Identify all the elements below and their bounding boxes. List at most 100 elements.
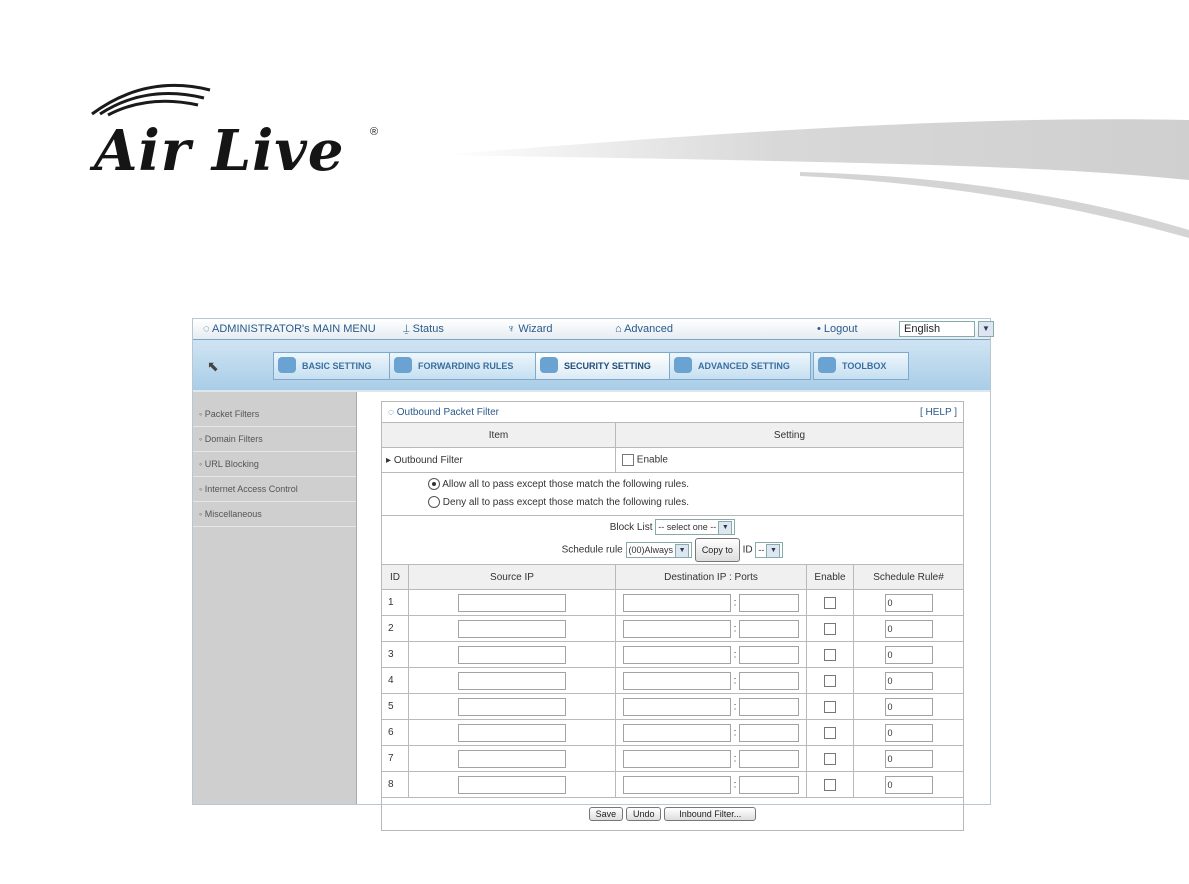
top-menu-bar: ◌ ADMINISTRATOR's MAIN MENU ⍊ Status ♆ W… — [193, 319, 994, 340]
rule-enable-checkbox[interactable] — [824, 726, 836, 739]
sidebar-item-packet-filters[interactable]: ◦ Packet Filters — [193, 402, 356, 427]
source-ip-input[interactable] — [458, 775, 566, 794]
block-list-select[interactable]: -- select one -- ▼ — [655, 519, 736, 536]
table-row: 8 : 0 — [381, 771, 964, 798]
column-header-schedule-rule: Schedule Rule# — [853, 564, 964, 590]
allow-option: Allow all to pass except those match the… — [428, 476, 962, 494]
rule-enable-checkbox[interactable] — [824, 674, 836, 687]
schedule-rule-input[interactable]: 0 — [884, 645, 933, 664]
logout-label: Logout — [823, 323, 858, 335]
chevron-down-icon[interactable]: ▼ — [978, 321, 994, 337]
destination-ports-input[interactable] — [739, 619, 800, 638]
tab-label: BASIC SETTING — [302, 361, 372, 371]
tab-advanced-setting[interactable]: ADVANCED SETTING — [669, 352, 811, 380]
block-list-value: -- select one -- — [658, 522, 717, 533]
sidebar-item-miscellaneous[interactable]: ◦ Miscellaneous — [193, 502, 356, 527]
wizard-link[interactable]: ♆ Wizard — [507, 323, 553, 335]
rule-enable-checkbox[interactable] — [824, 648, 836, 661]
source-ip-input[interactable] — [458, 697, 566, 716]
sidebar-item-url-blocking[interactable]: ◦ URL Blocking — [193, 452, 356, 477]
advanced-icon: ⌂ — [615, 323, 625, 335]
destination-ports-input[interactable] — [739, 671, 800, 690]
rule-enable-checkbox[interactable] — [824, 752, 836, 765]
destination-cell: : — [615, 719, 807, 746]
destination-ip-input[interactable] — [622, 697, 731, 716]
source-ip-input[interactable] — [458, 723, 566, 742]
wizard-icon: ♆ — [507, 323, 519, 335]
destination-ip-input[interactable] — [622, 593, 731, 612]
admin-main-menu-link[interactable]: ◌ ADMINISTRATOR's MAIN MENU — [203, 323, 376, 335]
tab-toolbox[interactable]: TOOLBOX — [813, 352, 909, 380]
tab-security-setting[interactable]: SECURITY SETTING — [535, 352, 673, 380]
enable-cell — [806, 771, 854, 798]
schedule-rule-input[interactable]: 0 — [884, 619, 933, 638]
save-button[interactable]: Save — [588, 807, 624, 821]
schedule-rule-input[interactable]: 0 — [884, 723, 933, 742]
destination-ports-input[interactable] — [739, 749, 800, 768]
destination-ip-input[interactable] — [622, 671, 731, 690]
sidebar-item-domain-filters[interactable]: ◦ Domain Filters — [193, 427, 356, 452]
destination-ports-input[interactable] — [739, 593, 800, 612]
sidebar-item-internet-access-control[interactable]: ◦ Internet Access Control — [193, 477, 356, 502]
help-link[interactable]: [ HELP ] — [920, 407, 957, 418]
undo-button[interactable]: Undo — [625, 807, 662, 821]
schedule-rule-input[interactable]: 0 — [884, 775, 933, 794]
destination-cell: : — [615, 615, 807, 642]
block-schedule-cell: Block List -- select one -- ▼ Schedule ru… — [381, 515, 964, 565]
destination-ip-input[interactable] — [622, 645, 731, 664]
source-ip-input[interactable] — [458, 645, 566, 664]
deny-radio[interactable] — [428, 496, 440, 509]
security-setting-icon — [540, 357, 558, 373]
schedule-rule-input[interactable]: 0 — [884, 697, 933, 716]
destination-ip-input[interactable] — [622, 619, 731, 638]
copy-to-button[interactable]: Copy to — [694, 538, 740, 562]
outbound-filter-label: Outbound Filter — [393, 454, 463, 466]
schedule-rule-input[interactable]: 0 — [884, 671, 933, 690]
language-select[interactable]: English ▼ — [899, 321, 994, 337]
router-admin-window: ◌ ADMINISTRATOR's MAIN MENU ⍊ Status ♆ W… — [192, 318, 994, 831]
destination-ports-input[interactable] — [739, 723, 800, 742]
schedule-rule-value: (00)Always — [628, 545, 674, 555]
enable-cell — [806, 719, 854, 746]
advanced-label: Advanced — [624, 323, 674, 335]
allow-radio[interactable] — [428, 478, 440, 491]
tab-label: SECURITY SETTING — [564, 361, 651, 371]
rule-enable-checkbox[interactable] — [824, 778, 836, 791]
source-ip-input[interactable] — [458, 593, 566, 612]
schedule-rule-input[interactable]: 0 — [884, 593, 933, 612]
status-link[interactable]: ⍊ Status — [403, 323, 444, 336]
destination-ip-input[interactable] — [622, 775, 731, 794]
circle-bullet-icon: ◌ — [388, 406, 397, 418]
destination-ports-input[interactable] — [739, 775, 800, 794]
tab-basic-setting[interactable]: BASIC SETTING — [273, 352, 397, 380]
enable-cell: Enable — [615, 447, 964, 473]
source-ip-cell — [408, 641, 616, 668]
id-value: -- — [758, 545, 765, 555]
destination-ip-input[interactable] — [622, 749, 731, 768]
triangle-bullet-icon: ▸ — [386, 454, 394, 466]
advanced-link[interactable]: ⌂ Advanced — [615, 323, 673, 335]
tab-forwarding-rules[interactable]: FORWARDING RULES — [389, 352, 537, 380]
schedule-rule-input[interactable]: 0 — [884, 749, 933, 768]
destination-cell: : — [615, 745, 807, 772]
bullet-icon: • — [817, 323, 824, 335]
schedule-cell: 0 — [853, 693, 964, 720]
inbound-filter-button[interactable]: Inbound Filter... — [664, 807, 757, 821]
column-header-item: Item — [381, 422, 616, 448]
schedule-rule-select[interactable]: (00)Always ▼ — [625, 542, 693, 558]
source-ip-input[interactable] — [458, 749, 566, 768]
rule-enable-checkbox[interactable] — [824, 596, 836, 609]
id-select[interactable]: -- ▼ — [755, 542, 784, 558]
destination-ports-input[interactable] — [739, 645, 800, 664]
brand-logo: Air Live — [94, 118, 345, 184]
source-ip-input[interactable] — [458, 671, 566, 690]
rule-enable-checkbox[interactable] — [824, 622, 836, 635]
schedule-cell: 0 — [853, 589, 964, 616]
source-ip-input[interactable] — [458, 619, 566, 638]
destination-ip-input[interactable] — [622, 723, 731, 742]
outbound-filter-enable-checkbox[interactable] — [622, 454, 634, 466]
rule-enable-checkbox[interactable] — [824, 700, 836, 713]
destination-ports-input[interactable] — [739, 697, 800, 716]
logout-link[interactable]: • Logout — [817, 323, 858, 335]
